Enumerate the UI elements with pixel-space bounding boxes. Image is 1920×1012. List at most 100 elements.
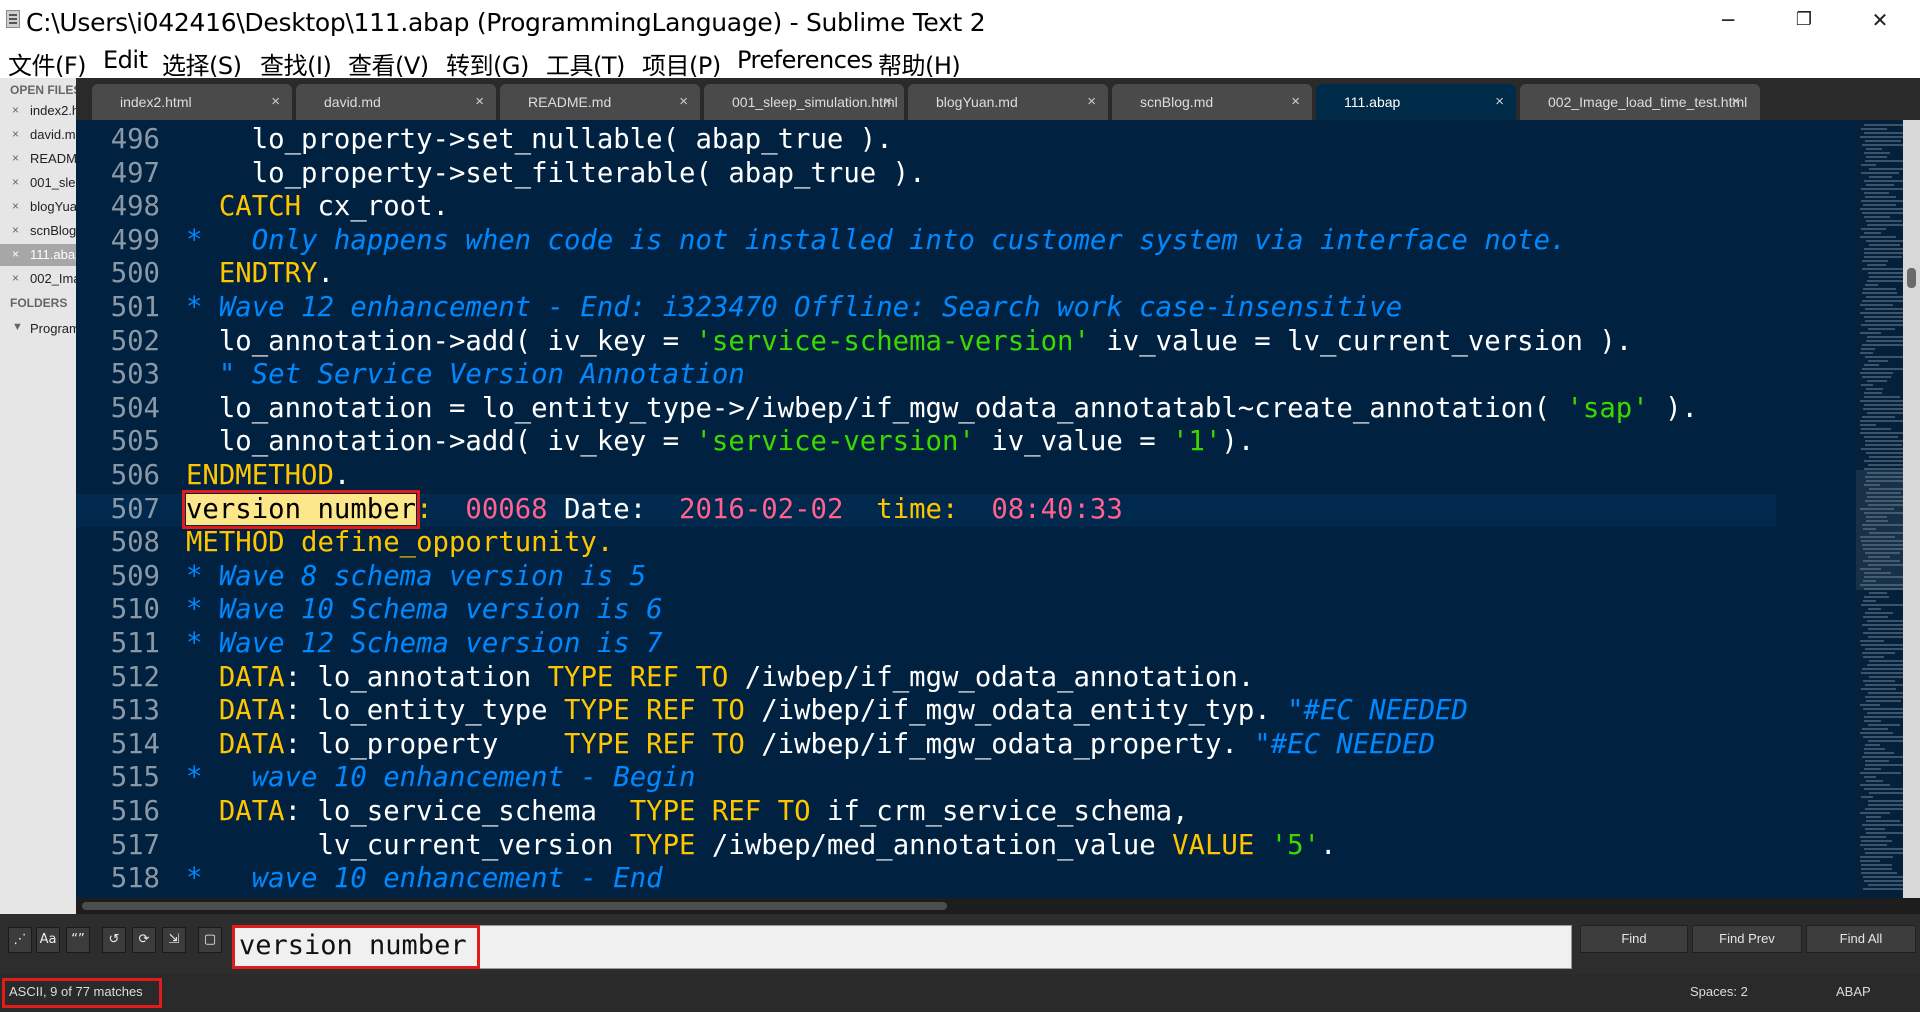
vertical-scrollbar-thumb[interactable] [1907,268,1916,288]
code-line[interactable]: 517 lv_current_version TYPE /iwbep/med_a… [76,830,1776,864]
sidebar-file-sleep-simulation[interactable]: × 001_sleep_simulation.html [0,172,76,194]
tab-close-icon[interactable]: × [271,93,280,110]
tab-close-icon[interactable]: × [1291,93,1300,110]
status-indentation[interactable]: Spaces: 2 [1690,984,1748,999]
close-file-icon[interactable]: × [12,127,19,141]
code-text[interactable]: version number: 00068 Date: 2016-02-02 t… [181,489,1123,529]
menu-view[interactable]: 查看(V) [348,46,429,81]
code-line[interactable]: 515 * wave 10 enhancement - Begin [76,762,1776,796]
code-line[interactable]: 497 lo_property->set_filterable( abap_tr… [76,158,1776,192]
code-editor[interactable]: 518 * wave 10 enhancement - End 517 lv_cur… [76,120,1920,898]
code-text[interactable]: lo_annotation = lo_entity_type->/iwbep/i… [186,393,1698,424]
tab-close-icon[interactable]: × [1087,93,1096,110]
menu-edit[interactable]: Edit [103,46,148,74]
code-text[interactable]: * Only happens when code is not installe… [186,225,1566,256]
tab-index2[interactable]: index2.html × [92,84,292,120]
tab-111-abap[interactable]: 111.abap × [1316,84,1516,120]
code-text[interactable]: METHOD define_opportunity. [186,527,613,558]
sidebar-file-index2[interactable]: × index2.html [0,100,76,122]
code-text[interactable]: " Set Service Version Annotation [186,359,745,390]
menu-selection[interactable]: 选择(S) [162,46,242,81]
sidebar-file-111-abap[interactable]: × 111.abap [0,244,76,266]
sidebar-file-image-load-test[interactable]: × 002_Image_load_time_test.html [0,268,76,290]
code-line[interactable]: 508 METHOD define_opportunity. [76,527,1776,561]
sidebar-file-scnblog[interactable]: × scnBlog.md [0,220,76,242]
find-all-button[interactable]: Find All [1806,925,1916,953]
code-text[interactable]: lo_property->set_filterable( abap_true )… [186,158,926,189]
tab-close-icon[interactable]: × [679,93,688,110]
sidebar-folder[interactable]: ▼ ProgrammingLanguage [0,318,76,340]
menu-project[interactable]: 项目(P) [642,46,721,81]
code-line[interactable]: 509 * Wave 8 schema version is 5 [76,561,1776,595]
code-line[interactable]: 510 * Wave 10 Schema version is 6 [76,594,1776,628]
code-line[interactable]: 514 DATA: lo_property TYPE REF TO /iwbep… [76,729,1776,763]
tab-close-icon[interactable]: × [1731,93,1740,110]
menu-tools[interactable]: 工具(T) [546,46,625,81]
whole-word-toggle-button[interactable]: “” [66,927,90,953]
menu-help[interactable]: 帮助(H) [878,46,961,81]
wrap-toggle-button[interactable]: ⟳ [132,927,156,953]
code-text[interactable]: ENDMETHOD. [186,460,350,491]
regex-toggle-button[interactable]: ⋰ [8,927,32,953]
code-line[interactable]: 505 lo_annotation->add( iv_key = 'servic… [76,426,1776,460]
code-line[interactable]: 516 DATA: lo_service_schema TYPE REF TO … [76,796,1776,830]
tab-sleep-simulation[interactable]: 001_sleep_simulation.html × [704,84,904,120]
code-text[interactable]: lo_property->set_nullable( abap_true ). [186,124,893,155]
vertical-scrollbar[interactable] [1903,120,1920,898]
tab-close-icon[interactable]: × [1495,93,1504,110]
status-syntax[interactable]: ABAP [1836,984,1871,999]
code-line[interactable]: 502 lo_annotation->add( iv_key = 'servic… [76,326,1776,360]
tab-scnblog[interactable]: scnBlog.md × [1112,84,1312,120]
sidebar-file-blogyuan[interactable]: × blogYuan.md [0,196,76,218]
maximize-button[interactable]: ❐ [1766,0,1842,42]
code-text[interactable]: DATA: lo_annotation TYPE REF TO /iwbep/i… [186,662,1254,693]
code-text[interactable]: ENDTRY. [186,258,334,289]
tab-david[interactable]: david.md × [296,84,496,120]
code-line[interactable]: 499 * Only happens when code is not insta… [76,225,1776,259]
code-line[interactable]: 512 DATA: lo_annotation TYPE REF TO /iwb… [76,662,1776,696]
tab-close-icon[interactable]: × [883,93,892,110]
close-file-icon[interactable]: × [12,151,19,165]
find-input[interactable]: version number [232,925,1572,969]
code-text[interactable]: * Wave 10 Schema version is 6 [186,594,663,625]
sidebar-file-readme[interactable]: × README.md [0,148,76,170]
code-text[interactable]: * Wave 12 enhancement - End: i323470 Off… [186,292,1402,323]
close-file-icon[interactable]: × [12,175,19,189]
code-text[interactable]: DATA: lo_entity_type TYPE REF TO /iwbep/… [186,695,1468,726]
tab-close-icon[interactable]: × [475,93,484,110]
close-file-icon[interactable]: × [12,103,19,117]
code-text[interactable]: * wave 10 enhancement - Begin [186,762,695,793]
close-window-button[interactable]: ✕ [1842,0,1918,42]
code-text[interactable]: DATA: lo_property TYPE REF TO /iwbep/if_… [186,729,1435,760]
code-line[interactable]: 503 " Set Service Version Annotation [76,359,1776,393]
menu-preferences[interactable]: Preferences [737,46,873,74]
tab-blogyuan[interactable]: blogYuan.md × [908,84,1108,120]
close-file-icon[interactable]: × [12,199,19,213]
code-line[interactable]: 518 * wave 10 enhancement - End [76,863,1776,897]
menu-find[interactable]: 查找(I) [260,46,332,81]
code-line[interactable]: 513 DATA: lo_entity_type TYPE REF TO /iw… [76,695,1776,729]
code-text[interactable]: DATA: lo_service_schema TYPE REF TO if_c… [186,796,1189,827]
reverse-direction-toggle-button[interactable]: ↺ [102,927,126,953]
find-prev-button[interactable]: Find Prev [1692,925,1802,953]
code-text[interactable]: lo_annotation->add( iv_key = 'service-ve… [186,426,1254,457]
close-file-icon[interactable]: × [12,223,19,237]
close-file-icon[interactable]: × [12,271,19,285]
folder-expand-icon[interactable]: ▼ [12,321,23,333]
minimize-button[interactable]: ─ [1690,0,1766,42]
code-line[interactable]: 498 CATCH cx_root. [76,191,1776,225]
code-text[interactable]: CATCH cx_root. [186,191,449,222]
code-line[interactable]: 496 lo_property->set_nullable( abap_true… [76,124,1776,158]
code-line[interactable]: 500 ENDTRY. [76,258,1776,292]
close-file-icon[interactable]: × [12,247,19,261]
code-line[interactable]: 511 * Wave 12 Schema version is 7 [76,628,1776,662]
code-text[interactable]: * wave 10 enhancement - End [186,863,663,894]
case-sensitive-toggle-button[interactable]: Aa [36,927,60,953]
highlight-matches-toggle-button[interactable]: ▢ [198,927,222,953]
code-line[interactable]: 507 version number: 00068 Date: 2016-02-0… [76,489,1776,529]
code-text[interactable]: * Wave 8 schema version is 5 [186,561,646,592]
menu-file[interactable]: 文件(F) [8,46,87,81]
horizontal-scrollbar-thumb[interactable] [82,902,947,910]
find-button[interactable]: Find [1580,925,1688,953]
menu-goto[interactable]: 转到(G) [446,46,529,81]
